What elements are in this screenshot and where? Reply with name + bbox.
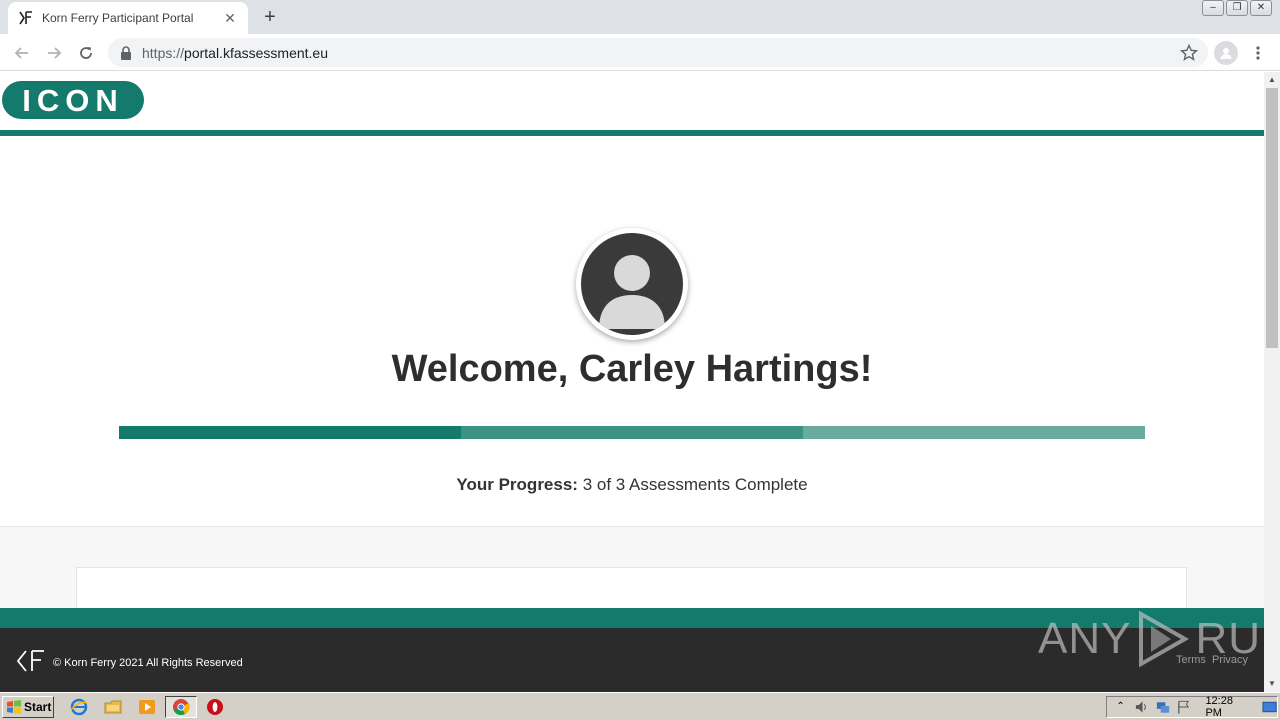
start-button[interactable]: Start — [2, 696, 54, 718]
user-avatar — [576, 228, 688, 340]
back-button[interactable] — [10, 41, 34, 65]
internet-explorer-icon[interactable] — [70, 698, 88, 716]
progress-segment — [119, 426, 461, 439]
browser-toolbar: https://portal.kfassessment.eu — [0, 34, 1280, 71]
copyright-text: © Korn Ferry 2021 All Rights Reserved — [53, 657, 243, 669]
forward-button[interactable] — [42, 41, 66, 65]
new-tab-button[interactable]: + — [258, 6, 282, 28]
progress-summary: Your Progress: 3 of 3 Assessments Comple… — [0, 475, 1264, 495]
progress-label: Your Progress: — [456, 475, 578, 494]
header-divider — [0, 130, 1264, 136]
back-arrow-icon — [14, 47, 28, 59]
tab-title: Korn Ferry Participant Portal — [42, 11, 194, 25]
volume-icon[interactable] — [1134, 699, 1149, 715]
close-tab-icon[interactable]: ✕ — [222, 10, 238, 26]
korn-ferry-favicon-icon — [18, 10, 34, 26]
progress-value: 3 of 3 Assessments Complete — [582, 475, 808, 494]
person-icon — [581, 233, 683, 335]
reload-button[interactable] — [74, 41, 98, 65]
browser-tab[interactable]: Korn Ferry Participant Portal ✕ — [8, 2, 248, 34]
browser-tab-strip: Korn Ferry Participant Portal ✕ + – ❐ ✕ — [0, 0, 1280, 34]
show-desktop-icon[interactable] — [1262, 699, 1277, 715]
file-explorer-icon[interactable] — [104, 698, 122, 716]
network-icon[interactable] — [1155, 699, 1170, 715]
site-header: ICON — [0, 72, 1264, 130]
tray-expand-icon[interactable]: ⌃ — [1113, 699, 1128, 715]
profile-avatar-icon[interactable] — [1214, 41, 1238, 65]
scroll-down-icon[interactable]: ▼ — [1264, 676, 1280, 692]
media-player-icon[interactable] — [138, 698, 156, 716]
address-bar[interactable]: https://portal.kfassessment.eu — [108, 38, 1208, 67]
window-controls: – ❐ ✕ — [1202, 0, 1272, 16]
progress-bar — [119, 426, 1145, 439]
minimize-button[interactable]: – — [1202, 0, 1224, 16]
progress-segment — [461, 426, 803, 439]
windows-taskbar: Start ⌃ 12:28 PM — [0, 692, 1280, 720]
restore-button[interactable]: ❐ — [1226, 0, 1248, 16]
chrome-icon — [173, 699, 190, 716]
reload-icon — [80, 47, 92, 59]
url-text: https://portal.kfassessment.eu — [142, 44, 328, 61]
lock-icon — [121, 45, 131, 60]
scroll-up-icon[interactable]: ▲ — [1264, 72, 1280, 88]
browser-menu-icon[interactable] — [1250, 41, 1266, 65]
chrome-taskbar-button[interactable] — [165, 696, 197, 718]
bookmark-star-icon[interactable] — [1180, 44, 1198, 62]
close-window-button[interactable]: ✕ — [1250, 0, 1272, 16]
action-center-flag-icon[interactable] — [1176, 699, 1191, 715]
svg-text:ICON: ICON — [22, 83, 124, 118]
system-tray: ⌃ 12:28 PM — [1106, 695, 1278, 719]
clock[interactable]: 12:28 PM — [1205, 695, 1249, 719]
icon-logo[interactable]: ICON — [2, 81, 144, 119]
scroll-thumb[interactable] — [1266, 88, 1278, 348]
page-viewport: ICON Welcome, Carley Hartings! Your Prog… — [0, 72, 1264, 692]
page-scrollbar[interactable]: ▲ ▼ — [1264, 72, 1280, 692]
forward-arrow-icon — [48, 47, 62, 59]
play-triangle-icon — [1139, 610, 1190, 668]
progress-segment — [803, 426, 1145, 439]
welcome-heading: Welcome, Carley Hartings! — [391, 348, 873, 390]
opera-icon[interactable] — [206, 698, 224, 716]
korn-ferry-logo-icon — [16, 650, 44, 672]
anyrun-watermark: ANY RUN — [1038, 610, 1264, 668]
windows-flag-icon — [7, 700, 21, 714]
